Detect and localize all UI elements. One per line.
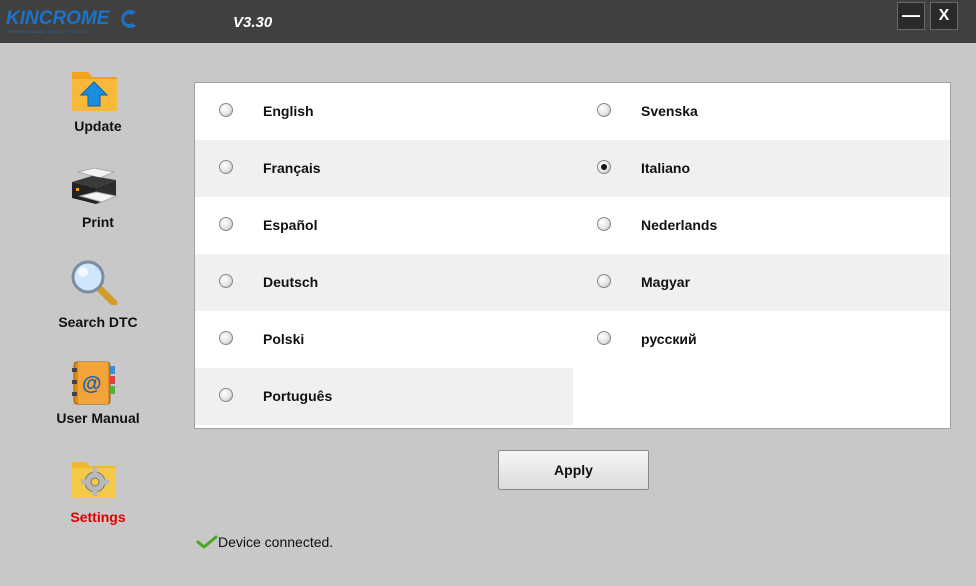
language-option-polski[interactable]: Polski [195,311,573,368]
magnifier-icon [71,260,118,305]
logo-tagline: PROFESSIONAL QUALITY TOOLS [8,29,88,34]
sidebar-item-label: User Manual [56,410,140,426]
radio-button[interactable] [597,274,611,288]
language-option-portugues[interactable]: Português [195,368,573,425]
status-text: Device connected. [218,534,334,550]
language-label: Português [263,388,333,404]
sidebar-item-label: Print [82,214,114,230]
radio-button[interactable] [597,217,611,231]
radio-button[interactable] [219,388,233,402]
title-bar: KINCROME PROFESSIONAL QUALITY TOOLS V3.3… [0,0,976,43]
language-option-english[interactable]: English [195,83,573,140]
printer-icon [72,168,118,204]
language-option-nederlands[interactable]: Nederlands [573,197,950,254]
language-option-deutsch[interactable]: Deutsch [195,254,573,311]
radio-button[interactable] [219,217,233,231]
language-label: русский [641,331,697,347]
folder-upload-icon [72,72,117,111]
minimize-button[interactable]: — [897,2,925,30]
language-label: Español [263,217,318,233]
version-label: V3.30 [233,14,273,31]
sidebar-item-label: Settings [70,509,126,525]
apply-button[interactable]: Apply [498,450,649,490]
language-option-russian[interactable]: русский [573,311,950,368]
checkmark-icon [196,535,218,549]
language-label: Français [263,160,321,176]
svg-text:@: @ [82,373,102,395]
gear-folder-icon [72,462,116,498]
language-label: Svenska [641,103,698,119]
sidebar-item-label: Update [74,118,122,134]
language-label: Deutsch [263,274,319,290]
radio-button[interactable] [597,103,611,117]
language-option-francais[interactable]: Français [195,140,573,197]
logo-text: KINCROME [6,8,110,29]
sidebar-item-update[interactable]: Update [48,66,148,136]
language-option-espanol[interactable]: Español [195,197,573,254]
radio-button-selected[interactable] [597,160,611,174]
language-panel: English Svenska Français Italiano Españo… [194,82,951,429]
language-option-magyar[interactable]: Magyar [573,254,950,311]
radio-button[interactable] [219,160,233,174]
language-option-svenska[interactable]: Svenska [573,83,950,140]
language-option-italiano[interactable]: Italiano [573,140,950,197]
radio-button[interactable] [219,103,233,117]
close-button[interactable]: X [930,2,958,30]
language-label: English [263,103,314,119]
radio-button[interactable] [219,331,233,345]
language-label: Polski [263,331,305,347]
address-book-icon: @ [72,361,115,405]
sidebar-item-print[interactable]: Print [48,168,148,232]
sidebar-item-settings[interactable]: Settings [48,458,148,528]
radio-button[interactable] [219,274,233,288]
language-label: Nederlands [641,217,718,233]
sidebar-item-label: Search DTC [58,314,138,330]
logo-swoosh-icon [121,10,136,29]
language-label: Italiano [641,160,691,176]
radio-button[interactable] [597,331,611,345]
sidebar-item-user-manual[interactable]: @ User Manual [48,360,148,428]
app-window: KINCROME PROFESSIONAL QUALITY TOOLS V3.3… [0,0,976,586]
sidebar-item-search-dtc[interactable]: Search DTC [48,259,148,331]
language-label: Magyar [641,274,691,290]
